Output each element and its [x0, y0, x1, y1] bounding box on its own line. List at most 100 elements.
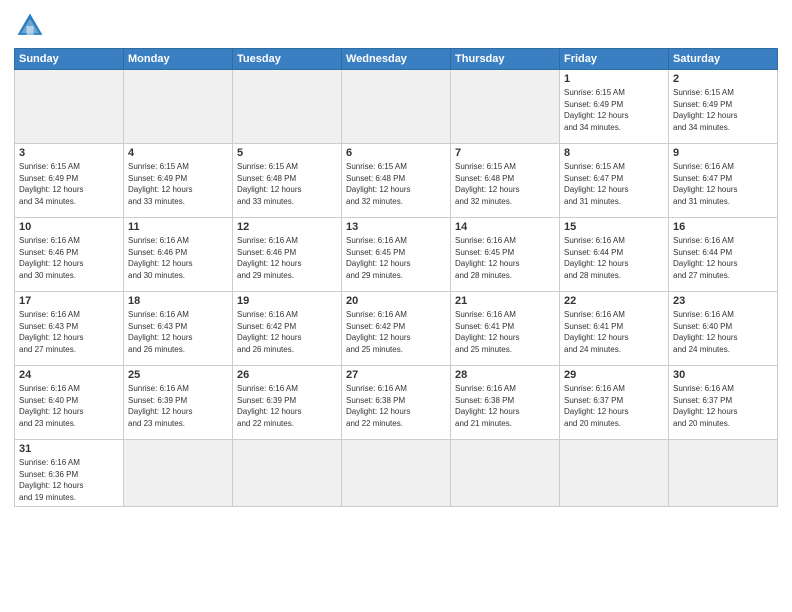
weekday-header: Monday: [124, 49, 233, 70]
weekday-header: Tuesday: [233, 49, 342, 70]
day-number: 14: [455, 221, 555, 233]
day-number: 9: [673, 147, 773, 159]
day-info: Sunrise: 6:16 AM Sunset: 6:44 PM Dayligh…: [564, 235, 664, 281]
day-info: Sunrise: 6:15 AM Sunset: 6:49 PM Dayligh…: [19, 161, 119, 207]
calendar-cell: 28 Sunrise: 6:16 AM Sunset: 6:38 PM Dayli…: [451, 366, 560, 440]
day-info: Sunrise: 6:16 AM Sunset: 6:47 PM Dayligh…: [673, 161, 773, 207]
day-number: 28: [455, 369, 555, 381]
calendar-cell: 30 Sunrise: 6:16 AM Sunset: 6:37 PM Dayli…: [669, 366, 778, 440]
day-info: Sunrise: 6:15 AM Sunset: 6:48 PM Dayligh…: [346, 161, 446, 207]
calendar-cell: 20 Sunrise: 6:16 AM Sunset: 6:42 PM Dayli…: [342, 292, 451, 366]
calendar-cell: 11 Sunrise: 6:16 AM Sunset: 6:46 PM Dayli…: [124, 218, 233, 292]
calendar-week-row: 17Sunrise: 6:16 AM Sunset: 6:43 PM Dayli…: [15, 292, 778, 366]
weekday-header: Saturday: [669, 49, 778, 70]
day-info: Sunrise: 6:16 AM Sunset: 6:38 PM Dayligh…: [455, 383, 555, 429]
calendar-cell: 7Sunrise: 6:15 AM Sunset: 6:48 PM Daylig…: [451, 144, 560, 218]
day-number: 15: [564, 221, 664, 233]
day-info: Sunrise: 6:16 AM Sunset: 6:41 PM Dayligh…: [564, 309, 664, 355]
weekday-header: Thursday: [451, 49, 560, 70]
calendar-cell: 17Sunrise: 6:16 AM Sunset: 6:43 PM Dayli…: [15, 292, 124, 366]
calendar-cell: 1 Sunrise: 6:15 AM Sunset: 6:49 PM Daylig…: [560, 70, 669, 144]
calendar-week-row: 24Sunrise: 6:16 AM Sunset: 6:40 PM Dayli…: [15, 366, 778, 440]
calendar-cell: [233, 440, 342, 507]
calendar-cell: 14 Sunrise: 6:16 AM Sunset: 6:45 PM Dayli…: [451, 218, 560, 292]
day-info: Sunrise: 6:16 AM Sunset: 6:45 PM Dayligh…: [346, 235, 446, 281]
day-info: Sunrise: 6:15 AM Sunset: 6:49 PM Dayligh…: [564, 87, 664, 133]
calendar-page: SundayMondayTuesdayWednesdayThursdayFrid…: [0, 0, 792, 612]
day-number: 1: [564, 73, 664, 85]
day-number: 11: [128, 221, 228, 233]
calendar-cell: 8Sunrise: 6:15 AM Sunset: 6:47 PM Daylig…: [560, 144, 669, 218]
day-info: Sunrise: 6:16 AM Sunset: 6:45 PM Dayligh…: [455, 235, 555, 281]
calendar-cell: 15 Sunrise: 6:16 AM Sunset: 6:44 PM Dayli…: [560, 218, 669, 292]
day-info: Sunrise: 6:15 AM Sunset: 6:47 PM Dayligh…: [564, 161, 664, 207]
day-number: 20: [346, 295, 446, 307]
day-info: Sunrise: 6:16 AM Sunset: 6:44 PM Dayligh…: [673, 235, 773, 281]
calendar-cell: [124, 440, 233, 507]
calendar-week-row: 10 Sunrise: 6:16 AM Sunset: 6:46 PM Dayli…: [15, 218, 778, 292]
day-number: 2: [673, 73, 773, 85]
calendar-body: 1 Sunrise: 6:15 AM Sunset: 6:49 PM Daylig…: [15, 70, 778, 507]
day-info: Sunrise: 6:16 AM Sunset: 6:40 PM Dayligh…: [673, 309, 773, 355]
day-number: 18: [128, 295, 228, 307]
calendar-table: SundayMondayTuesdayWednesdayThursdayFrid…: [14, 48, 778, 507]
day-number: 3: [19, 147, 119, 159]
calendar-cell: [560, 440, 669, 507]
header: [14, 10, 778, 42]
day-info: Sunrise: 6:15 AM Sunset: 6:49 PM Dayligh…: [673, 87, 773, 133]
day-info: Sunrise: 6:16 AM Sunset: 6:41 PM Dayligh…: [455, 309, 555, 355]
day-number: 26: [237, 369, 337, 381]
day-info: Sunrise: 6:16 AM Sunset: 6:46 PM Dayligh…: [237, 235, 337, 281]
calendar-cell: 3 Sunrise: 6:15 AM Sunset: 6:49 PM Daylig…: [15, 144, 124, 218]
day-number: 21: [455, 295, 555, 307]
calendar-cell: [342, 440, 451, 507]
day-info: Sunrise: 6:16 AM Sunset: 6:46 PM Dayligh…: [19, 235, 119, 281]
day-info: Sunrise: 6:16 AM Sunset: 6:42 PM Dayligh…: [346, 309, 446, 355]
calendar-cell: [233, 70, 342, 144]
logo-icon: [14, 10, 46, 42]
calendar-cell: [451, 440, 560, 507]
day-info: Sunrise: 6:16 AM Sunset: 6:38 PM Dayligh…: [346, 383, 446, 429]
calendar-cell: [669, 440, 778, 507]
day-info: Sunrise: 6:16 AM Sunset: 6:46 PM Dayligh…: [128, 235, 228, 281]
calendar-cell: 25Sunrise: 6:16 AM Sunset: 6:39 PM Dayli…: [124, 366, 233, 440]
day-number: 12: [237, 221, 337, 233]
day-number: 22: [564, 295, 664, 307]
day-info: Sunrise: 6:16 AM Sunset: 6:43 PM Dayligh…: [128, 309, 228, 355]
day-info: Sunrise: 6:16 AM Sunset: 6:36 PM Dayligh…: [19, 457, 119, 503]
calendar-cell: 4 Sunrise: 6:15 AM Sunset: 6:49 PM Daylig…: [124, 144, 233, 218]
weekday-header: Wednesday: [342, 49, 451, 70]
day-info: Sunrise: 6:16 AM Sunset: 6:39 PM Dayligh…: [128, 383, 228, 429]
day-number: 10: [19, 221, 119, 233]
day-info: Sunrise: 6:15 AM Sunset: 6:48 PM Dayligh…: [455, 161, 555, 207]
calendar-cell: 31 Sunrise: 6:16 AM Sunset: 6:36 PM Dayli…: [15, 440, 124, 507]
calendar-cell: 21 Sunrise: 6:16 AM Sunset: 6:41 PM Dayli…: [451, 292, 560, 366]
calendar-cell: 16 Sunrise: 6:16 AM Sunset: 6:44 PM Dayli…: [669, 218, 778, 292]
day-number: 30: [673, 369, 773, 381]
day-number: 27: [346, 369, 446, 381]
day-number: 16: [673, 221, 773, 233]
day-info: Sunrise: 6:16 AM Sunset: 6:40 PM Dayligh…: [19, 383, 119, 429]
calendar-week-row: 31 Sunrise: 6:16 AM Sunset: 6:36 PM Dayli…: [15, 440, 778, 507]
calendar-cell: 10 Sunrise: 6:16 AM Sunset: 6:46 PM Dayli…: [15, 218, 124, 292]
day-info: Sunrise: 6:15 AM Sunset: 6:49 PM Dayligh…: [128, 161, 228, 207]
day-info: Sunrise: 6:16 AM Sunset: 6:37 PM Dayligh…: [673, 383, 773, 429]
day-info: Sunrise: 6:16 AM Sunset: 6:39 PM Dayligh…: [237, 383, 337, 429]
calendar-cell: 5Sunrise: 6:15 AM Sunset: 6:48 PM Daylig…: [233, 144, 342, 218]
day-number: 23: [673, 295, 773, 307]
calendar-cell: 2 Sunrise: 6:15 AM Sunset: 6:49 PM Daylig…: [669, 70, 778, 144]
calendar-week-row: 3 Sunrise: 6:15 AM Sunset: 6:49 PM Daylig…: [15, 144, 778, 218]
calendar-cell: 12 Sunrise: 6:16 AM Sunset: 6:46 PM Dayli…: [233, 218, 342, 292]
calendar-cell: 27 Sunrise: 6:16 AM Sunset: 6:38 PM Dayli…: [342, 366, 451, 440]
calendar-cell: [124, 70, 233, 144]
day-number: 19: [237, 295, 337, 307]
day-number: 31: [19, 443, 119, 455]
day-number: 4: [128, 147, 228, 159]
day-number: 13: [346, 221, 446, 233]
day-info: Sunrise: 6:16 AM Sunset: 6:37 PM Dayligh…: [564, 383, 664, 429]
calendar-cell: [451, 70, 560, 144]
calendar-cell: 18 Sunrise: 6:16 AM Sunset: 6:43 PM Dayli…: [124, 292, 233, 366]
day-info: Sunrise: 6:16 AM Sunset: 6:42 PM Dayligh…: [237, 309, 337, 355]
calendar-cell: 24Sunrise: 6:16 AM Sunset: 6:40 PM Dayli…: [15, 366, 124, 440]
calendar-cell: 19 Sunrise: 6:16 AM Sunset: 6:42 PM Dayli…: [233, 292, 342, 366]
